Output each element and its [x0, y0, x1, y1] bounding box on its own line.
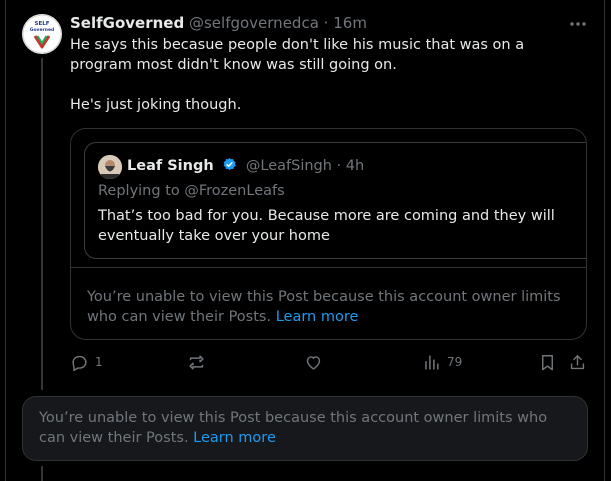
quoted-learn-more-link[interactable]: Learn more	[276, 309, 359, 325]
screenshot-post-text: That’s too bad for you. Because more are…	[98, 208, 555, 244]
share-button[interactable]	[568, 352, 587, 372]
header-separator: ·	[323, 14, 329, 32]
author-avatar[interactable]: SELF Governed	[22, 14, 62, 54]
avatar-text-top: SELF	[35, 21, 50, 27]
heart-icon	[306, 355, 321, 370]
screenshot-time: 4h	[345, 158, 365, 174]
author-handle[interactable]: @selfgovernedca	[189, 14, 319, 32]
tweet-action-bar: 1 79	[70, 352, 592, 372]
screenshot-separator: ·	[336, 158, 342, 174]
left-border	[5, 0, 6, 481]
screenshot-avatar	[98, 155, 122, 179]
repost-button[interactable]	[187, 352, 212, 372]
tweet-text-paragraph-2: He's just joking though.	[70, 97, 242, 113]
selfgoverned-logo-icon: SELF Governed	[22, 14, 62, 54]
unavailable-notice-text: You’re unable to view this Post because …	[39, 410, 548, 446]
thread-line-top	[41, 58, 43, 390]
views-button[interactable]: 79	[422, 352, 462, 372]
bookmark-button[interactable]	[538, 352, 557, 372]
author-name[interactable]: SelfGoverned	[70, 14, 184, 32]
screenshot-post-frame: Leaf Singh @LeafSingh · 4h Replying to @…	[84, 142, 586, 259]
avatar-text-bottom: Governed	[30, 27, 54, 33]
screenshot-author-name: Leaf Singh	[127, 158, 214, 174]
screenshot-header: Leaf Singh @LeafSingh · 4h	[127, 157, 364, 176]
thread-line-bottom	[41, 466, 43, 481]
verified-badge-icon	[222, 157, 237, 176]
quoted-post-card[interactable]: Leaf Singh @LeafSingh · 4h Replying to @…	[70, 128, 587, 340]
share-icon	[570, 354, 585, 369]
analytics-bar-icon	[425, 354, 439, 370]
more-options-button[interactable]	[567, 14, 589, 34]
screenshot-handle: @LeafSingh	[245, 158, 332, 174]
attached-screenshot[interactable]: Leaf Singh @LeafSingh · 4h Replying to @…	[71, 129, 586, 268]
screenshot-replying-to: Replying to @FrozenLeafs	[98, 183, 285, 199]
more-horizontal-icon	[570, 22, 586, 26]
bookmark-icon	[542, 354, 553, 370]
tweet-text-paragraph-1: He says this becasue people don't like h…	[70, 37, 525, 73]
person-avatar-icon	[98, 155, 122, 179]
reply-button[interactable]: 1	[70, 352, 103, 372]
reply-icon	[72, 355, 87, 371]
repost-icon	[189, 354, 204, 370]
quoted-post-unavailable-notice: You’re unable to view this Post because …	[87, 287, 572, 327]
like-button[interactable]	[304, 352, 329, 372]
reply-count: 1	[95, 355, 103, 369]
tweet-time[interactable]: 16m	[333, 14, 367, 32]
unavailable-learn-more-link[interactable]: Learn more	[193, 430, 276, 446]
views-count: 79	[447, 355, 463, 369]
right-border	[604, 0, 605, 481]
unavailable-post-notice: You’re unable to view this Post because …	[22, 396, 588, 461]
tweet-header: SelfGoverned @selfgovernedca · 16m	[70, 14, 587, 34]
tweet-text: He says this becasue people don't like h…	[70, 35, 585, 115]
